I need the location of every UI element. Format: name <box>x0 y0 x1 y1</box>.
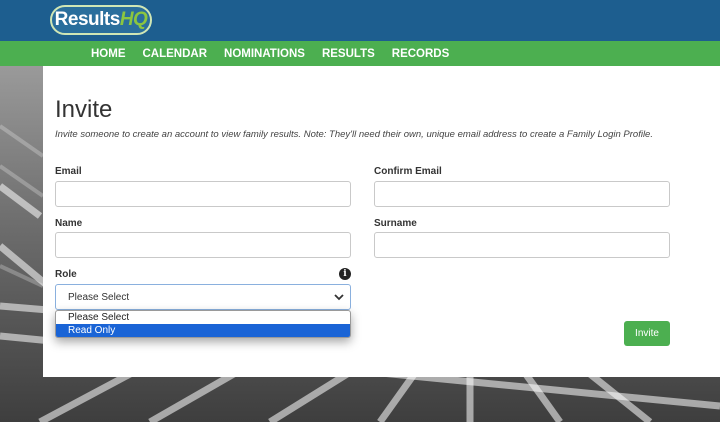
resultshq-logo[interactable]: Results HQ <box>50 5 152 35</box>
invite-panel: Invite Invite someone to create an accou… <box>43 66 720 377</box>
nav-calendar[interactable]: CALENDAR <box>143 48 208 60</box>
nav-results[interactable]: RESULTS <box>322 48 375 60</box>
chevron-down-icon <box>334 294 344 301</box>
confirm-email-field[interactable] <box>374 181 670 207</box>
top-header: Results HQ <box>0 0 720 41</box>
role-select[interactable]: Please Select <box>55 284 351 310</box>
name-label: Name <box>55 218 83 229</box>
page-title: Invite <box>55 96 113 123</box>
surname-label: Surname <box>374 218 417 229</box>
role-dropdown-list: Please Select Read Only <box>55 310 351 338</box>
invite-description: Invite someone to create an account to v… <box>55 129 653 140</box>
role-option-read-only[interactable]: Read Only <box>56 324 350 337</box>
role-selected-value: Please Select <box>68 291 130 303</box>
nav-home[interactable]: HOME <box>91 48 126 60</box>
main-navigation: HOME CALENDAR NOMINATIONS RESULTS RECORD… <box>0 41 720 66</box>
name-field[interactable] <box>55 232 351 258</box>
nav-records[interactable]: RECORDS <box>392 48 450 60</box>
invite-button[interactable]: Invite <box>624 321 670 346</box>
logo-text-main: Results <box>54 9 121 30</box>
surname-field[interactable] <box>374 232 670 258</box>
email-label: Email <box>55 166 82 177</box>
logo-text-accent: HQ <box>119 9 148 30</box>
role-label: Role <box>55 269 77 280</box>
email-field[interactable] <box>55 181 351 207</box>
nav-nominations[interactable]: NOMINATIONS <box>224 48 305 60</box>
info-circle-icon[interactable]: i <box>339 268 351 280</box>
role-option-please-select[interactable]: Please Select <box>56 311 350 324</box>
confirm-email-label: Confirm Email <box>374 166 442 177</box>
